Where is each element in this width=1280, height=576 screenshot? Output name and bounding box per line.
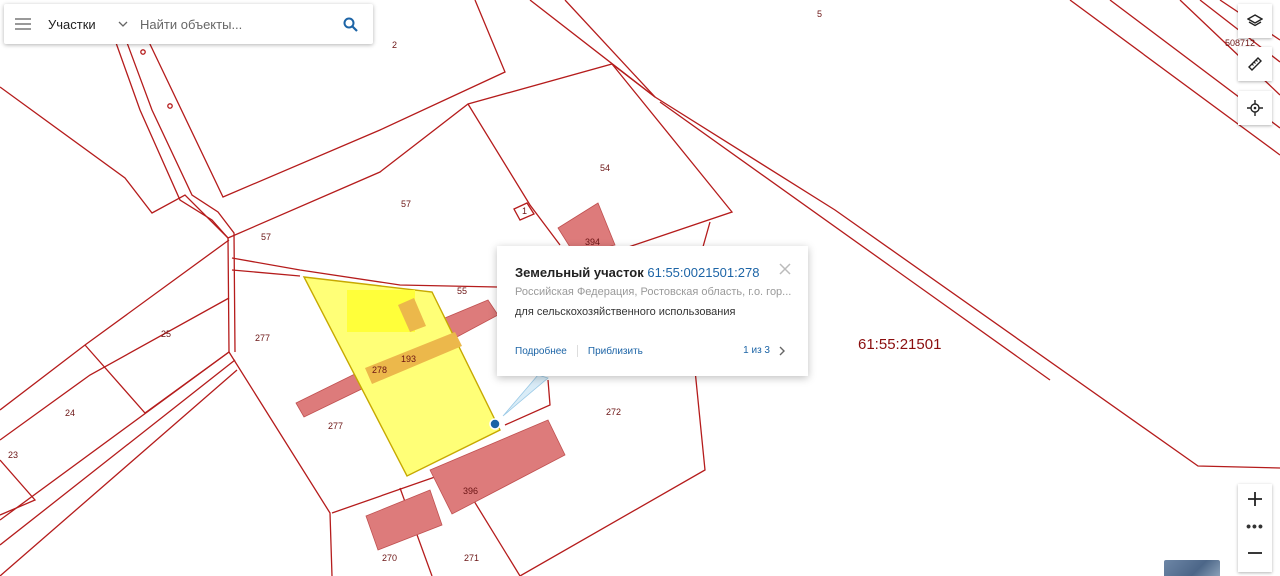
- search-icon: [343, 17, 358, 32]
- popup-address: Российская Федерация, Ростовская область…: [515, 286, 792, 298]
- parcel-label: 57: [261, 232, 271, 242]
- menu-button[interactable]: [4, 4, 42, 44]
- ruler-button[interactable]: [1238, 47, 1272, 81]
- chevron-right-icon: [779, 346, 785, 355]
- parcel-label: 193: [401, 354, 416, 364]
- parcel-label: 1: [522, 206, 527, 216]
- cadastral-number-link[interactable]: 61:55:0021501:278: [647, 265, 759, 280]
- parcel-label: 272: [606, 407, 621, 417]
- parcel-label: 278: [372, 365, 387, 375]
- divider: [576, 345, 578, 357]
- quarter-label: 61:55:21501: [858, 336, 941, 353]
- parcel-label: 270: [382, 553, 397, 563]
- search-button[interactable]: [333, 4, 367, 44]
- popup-usage: для сельскохозяйственного использования: [515, 306, 736, 318]
- popup-title-text: Земельный участок: [515, 265, 644, 280]
- plus-icon: [1248, 492, 1262, 506]
- parcel-label: 277: [328, 421, 343, 431]
- zoom-in-button[interactable]: [1238, 484, 1272, 514]
- hamburger-icon: [15, 18, 31, 30]
- parcel-popup: Земельный участок 61:55:0021501:278 Росс…: [497, 246, 808, 376]
- layer-select-label: Участки: [48, 16, 96, 32]
- more-button[interactable]: •••: [1238, 514, 1272, 538]
- close-icon[interactable]: [778, 262, 792, 276]
- zoom-to-link[interactable]: Приблизить: [588, 346, 643, 357]
- layer-select[interactable]: Участки: [42, 4, 132, 44]
- popup-links: Подробнее Приблизить: [515, 345, 643, 357]
- zoom-control: •••: [1238, 484, 1272, 572]
- parcel-label: 271: [464, 553, 479, 563]
- parcel-label: 396: [463, 486, 478, 496]
- location-marker: [489, 418, 501, 430]
- parcel-label: 55: [457, 286, 467, 296]
- parcel-label: 24: [65, 408, 75, 418]
- crosshair-icon: [1247, 100, 1263, 116]
- locate-button[interactable]: [1238, 91, 1272, 125]
- parcel-label: 25: [161, 329, 171, 339]
- layers-icon: [1247, 14, 1263, 27]
- chevron-down-icon: [118, 21, 128, 27]
- pager-text: 1 из 3: [743, 345, 770, 356]
- ruler-icon: [1248, 57, 1262, 71]
- parcel-label: 54: [600, 163, 610, 173]
- details-link[interactable]: Подробнее: [515, 346, 567, 357]
- parcel-label: 277: [255, 333, 270, 343]
- parcel-label: 2: [392, 40, 397, 50]
- search-input[interactable]: [132, 8, 332, 40]
- parcel-label: 5: [817, 9, 822, 19]
- popup-pager[interactable]: 1 из 3: [743, 345, 788, 356]
- popup-title: Земельный участок 61:55:0021501:278: [515, 265, 759, 280]
- search-bar: Участки: [4, 4, 373, 44]
- zoom-out-button[interactable]: [1238, 538, 1272, 568]
- basemap-thumbnail[interactable]: [1164, 560, 1220, 576]
- parcel-label: 23: [8, 450, 18, 460]
- minus-icon: [1248, 552, 1262, 554]
- layers-button[interactable]: [1238, 4, 1272, 38]
- parcel-label: 57: [401, 199, 411, 209]
